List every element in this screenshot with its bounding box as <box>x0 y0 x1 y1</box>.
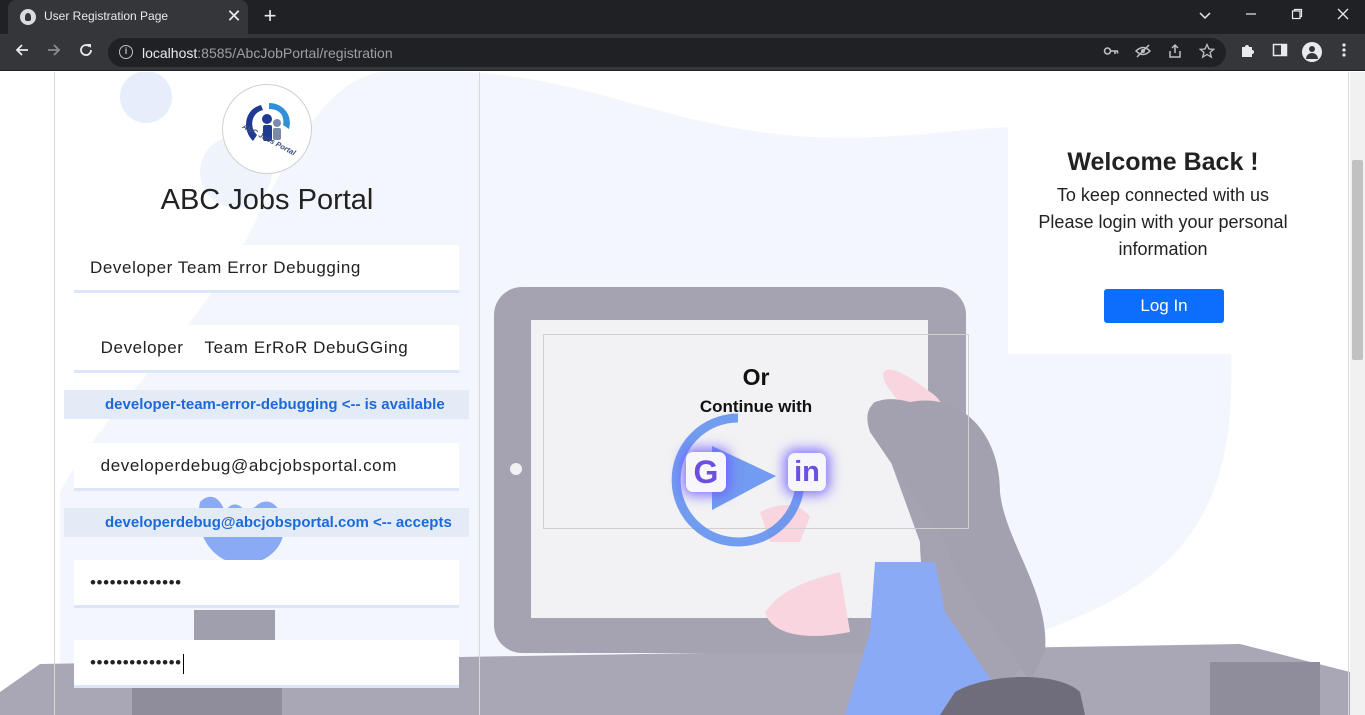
browser-tab-bar: User Registration Page ✕ + <box>0 0 1365 34</box>
restore-icon[interactable] <box>1283 3 1311 27</box>
panel-divider <box>479 72 480 715</box>
forward-icon[interactable] <box>42 40 66 64</box>
browser-tab[interactable]: User Registration Page ✕ <box>8 0 248 34</box>
logo-mark-icon <box>246 103 290 141</box>
reload-icon[interactable] <box>74 40 98 64</box>
page-viewport: ABC Jobs Portal ABC Jobs Portal Develope… <box>0 72 1365 715</box>
abc-jobs-logo: ABC Jobs Portal <box>222 84 312 174</box>
browser-toolbar: i localhost:8585/AbcJobPortal/registrati… <box>0 34 1365 71</box>
tab-close-icon[interactable]: ✕ <box>224 6 244 26</box>
page-left-border <box>54 72 55 715</box>
welcome-line-3: information <box>1118 239 1208 259</box>
email-input[interactable]: developerdebug@abcjobsportal.com <box>74 443 459 491</box>
star-icon[interactable] <box>1197 42 1217 63</box>
new-tab-button[interactable]: + <box>258 5 282 29</box>
menu-kebab-icon[interactable] <box>1334 42 1354 62</box>
email-validation-note: developerdebug@abcjobsportal.com <-- acc… <box>64 508 469 537</box>
tab-title: User Registration Page <box>44 9 169 23</box>
login-button[interactable]: Log In <box>1104 289 1224 323</box>
side-panel-icon[interactable] <box>1270 42 1290 62</box>
google-login-button[interactable]: G <box>686 452 726 492</box>
full-name-input[interactable]: Developer Team Error Debugging <box>74 245 459 293</box>
url-path: :8585/AbcJobPortal/registration <box>197 45 393 61</box>
display-name-input[interactable]: Developer Team ErRoR DebuGGing <box>74 325 459 373</box>
linkedin-login-button[interactable]: in <box>788 453 826 491</box>
favicon-icon <box>20 9 36 25</box>
confirm-password-input[interactable]: •••••••••••••• <box>74 640 459 688</box>
welcome-message: To keep connected with us Please login w… <box>1008 182 1318 263</box>
welcome-title: Welcome Back ! <box>1067 148 1259 176</box>
welcome-line-1: To keep connected with us <box>1056 185 1270 205</box>
back-icon[interactable] <box>10 40 34 64</box>
scrollbar-thumb[interactable] <box>1352 160 1363 360</box>
username-availability-note: developer-team-error-debugging <-- is av… <box>64 390 469 419</box>
key-icon[interactable] <box>1101 43 1121 63</box>
url-text: localhost:8585/AbcJobPortal/registration <box>142 45 393 61</box>
brand-title: ABC Jobs Portal <box>160 184 374 216</box>
text-caret <box>182 653 184 674</box>
eye-off-icon[interactable] <box>1133 43 1153 63</box>
url-host: localhost <box>142 45 198 61</box>
password-input[interactable]: •••••••••••••• <box>74 560 459 608</box>
info-icon[interactable]: i <box>119 45 133 59</box>
confirm-password-mask: •••••••••••••• <box>90 653 182 672</box>
share-icon[interactable] <box>1165 43 1185 63</box>
tab-search-icon[interactable] <box>1191 3 1219 27</box>
profile-icon[interactable] <box>1302 42 1322 62</box>
page-scrollbar[interactable] <box>1350 72 1365 715</box>
password-mask: •••••••••••••• <box>90 573 182 592</box>
page-right-border <box>1348 72 1349 715</box>
extensions-icon[interactable] <box>1238 42 1258 62</box>
close-window-icon[interactable] <box>1329 3 1357 27</box>
minimize-icon[interactable] <box>1237 3 1265 27</box>
address-bar[interactable]: i localhost:8585/AbcJobPortal/registrati… <box>108 38 1226 67</box>
or-separator: Or <box>742 364 770 390</box>
welcome-line-2: Please login with your personal <box>1038 212 1288 232</box>
